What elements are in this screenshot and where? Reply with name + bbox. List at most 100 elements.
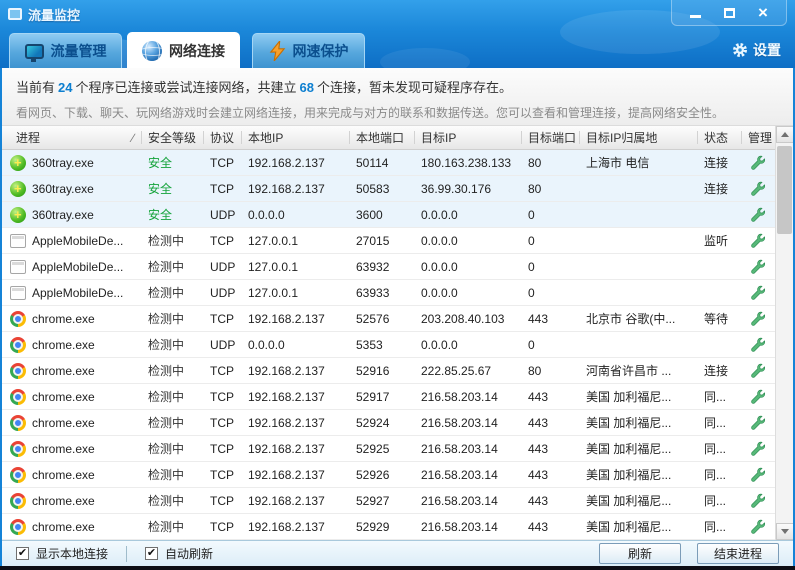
chrome-icon [10,363,26,379]
main-content: 当前有24个程序已连接或尝试连接网络，共建立68个连接，暂未发现可疑程序存在。 … [2,68,793,566]
header-security-level[interactable]: 安全等级 [142,126,204,149]
header-target-port[interactable]: 目标端口 [522,126,580,149]
header-status[interactable]: 状态 [698,126,742,149]
table-row[interactable]: AppleMobileDe... 检测中 TCP 127.0.0.1 27015… [2,228,775,254]
table-row[interactable]: chrome.exe 检测中 TCP 192.168.2.137 52917 2… [2,384,775,410]
table-row[interactable]: chrome.exe 检测中 TCP 192.168.2.137 52926 2… [2,462,775,488]
title-bar: 流量监控 × [0,0,795,28]
end-process-button[interactable]: 结束进程 [697,543,779,564]
header-manage[interactable]: 管理 [742,126,772,149]
vertical-scrollbar[interactable] [775,126,793,540]
header-protocol[interactable]: 协议 [204,126,242,149]
table-row[interactable]: 360tray.exe 安全 TCP 192.168.2.137 50114 1… [2,150,775,176]
wrench-icon[interactable] [750,233,765,248]
tab-speed-protection[interactable]: 网速保护 [252,33,365,68]
process-name: 360tray.exe [32,182,94,196]
table-row[interactable]: chrome.exe 检测中 TCP 192.168.2.137 52916 2… [2,358,775,384]
table-row[interactable]: chrome.exe 检测中 TCP 192.168.2.137 52927 2… [2,488,775,514]
lightning-icon [269,41,286,61]
wrench-icon[interactable] [750,155,765,170]
target-location-cell: 美国 加利福尼... [580,466,698,483]
summary-text: 个连接，暂未发现可疑程序存在。 [317,80,512,95]
target-port-cell: 0 [522,286,580,300]
auto-refresh-checkbox[interactable]: ✔ [145,547,158,560]
target-location-cell: 上海市 电信 [580,154,698,171]
process-name: chrome.exe [32,390,95,404]
wrench-icon[interactable] [750,467,765,482]
header-local-port[interactable]: 本地端口 [350,126,415,149]
table-row[interactable]: chrome.exe 检测中 TCP 192.168.2.137 52924 2… [2,410,775,436]
show-local-connections-option[interactable]: ✔ 显示本地连接 [16,545,108,562]
local-port-cell: 63933 [350,286,415,300]
process-cell: chrome.exe [10,415,142,431]
process-name: chrome.exe [32,364,95,378]
maximize-button[interactable] [712,2,746,24]
connection-table: 进程 ∕ 安全等级 协议 本地IP 本地端口 目标IP 目标端口 目标IP归属地… [2,126,793,540]
header-target-location[interactable]: 目标IP归属地 [580,126,698,149]
refresh-button[interactable]: 刷新 [599,543,681,564]
wrench-icon[interactable] [750,337,765,352]
scroll-down-button[interactable] [776,523,794,540]
table-row[interactable]: 360tray.exe 安全 TCP 192.168.2.137 50583 3… [2,176,775,202]
header-label: 状态 [704,129,728,146]
close-button[interactable]: × [746,2,780,24]
header-local-ip[interactable]: 本地IP [242,126,350,149]
protocol-cell: TCP [204,390,242,404]
table-row[interactable]: AppleMobileDe... 检测中 UDP 127.0.0.1 63933… [2,280,775,306]
window-bottom-edge [0,566,795,570]
chrome-icon [10,519,26,535]
protocol-cell: UDP [204,286,242,300]
security-level-cell: 安全 [142,154,204,171]
tab-network-connections[interactable]: 网络连接 [127,32,240,68]
settings-button[interactable]: 设置 [732,40,781,60]
wrench-icon[interactable] [750,519,765,534]
scroll-up-button[interactable] [776,126,794,143]
security-level-cell: 检测中 [142,284,204,301]
window-border [0,68,2,566]
wrench-icon[interactable] [750,493,765,508]
wrench-icon[interactable] [750,415,765,430]
target-port-cell: 0 [522,260,580,274]
wrench-icon[interactable] [750,441,765,456]
header-process[interactable]: 进程 ∕ [10,126,142,149]
process-cell: AppleMobileDe... [10,285,142,300]
tab-traffic-management[interactable]: 流量管理 [9,33,122,68]
wrench-icon[interactable] [750,389,765,404]
wrench-icon[interactable] [750,285,765,300]
wrench-icon[interactable] [750,311,765,326]
local-port-cell: 52925 [350,442,415,456]
security-level-cell: 检测中 [142,388,204,405]
minimize-button[interactable] [678,2,712,24]
scrollbar-thumb[interactable] [777,146,792,234]
local-port-cell: 52576 [350,312,415,326]
security-level-cell: 检测中 [142,492,204,509]
security-level-cell: 检测中 [142,440,204,457]
show-local-connections-checkbox[interactable]: ✔ [16,547,29,560]
header-target-ip[interactable]: 目标IP [415,126,522,149]
wrench-icon[interactable] [750,207,765,222]
auto-refresh-option[interactable]: ✔ 自动刷新 [145,545,213,562]
table-row[interactable]: chrome.exe 检测中 TCP 192.168.2.137 52576 2… [2,306,775,332]
header-label: 目标端口 [528,129,576,146]
table-row[interactable]: AppleMobileDe... 检测中 UDP 127.0.0.1 63932… [2,254,775,280]
table-row[interactable]: 360tray.exe 安全 UDP 0.0.0.0 3600 0.0.0.0 … [2,202,775,228]
wrench-icon[interactable] [750,181,765,196]
protocol-cell: UDP [204,338,242,352]
checkbox-label: 显示本地连接 [36,545,108,562]
table-row[interactable]: chrome.exe 检测中 TCP 192.168.2.137 52925 2… [2,436,775,462]
table-row[interactable]: chrome.exe 检测中 TCP 192.168.2.137 52929 2… [2,514,775,540]
process-cell: chrome.exe [10,519,142,535]
footer-divider [126,546,127,562]
process-name: 360tray.exe [32,208,94,222]
status-cell: 等待 [698,310,742,327]
target-ip-cell: 216.58.203.14 [415,494,522,508]
table-row[interactable]: chrome.exe 检测中 UDP 0.0.0.0 5353 0.0.0.0 … [2,332,775,358]
target-ip-cell: 203.208.40.103 [415,312,522,326]
local-ip-cell: 192.168.2.137 [242,390,350,404]
tab-label: 网络连接 [169,41,225,61]
local-port-cell: 52927 [350,494,415,508]
wrench-icon[interactable] [750,259,765,274]
wrench-icon[interactable] [750,363,765,378]
status-cell: 同... [698,440,742,457]
summary-text: 个程序已连接或尝试连接网络，共建立 [75,80,296,95]
